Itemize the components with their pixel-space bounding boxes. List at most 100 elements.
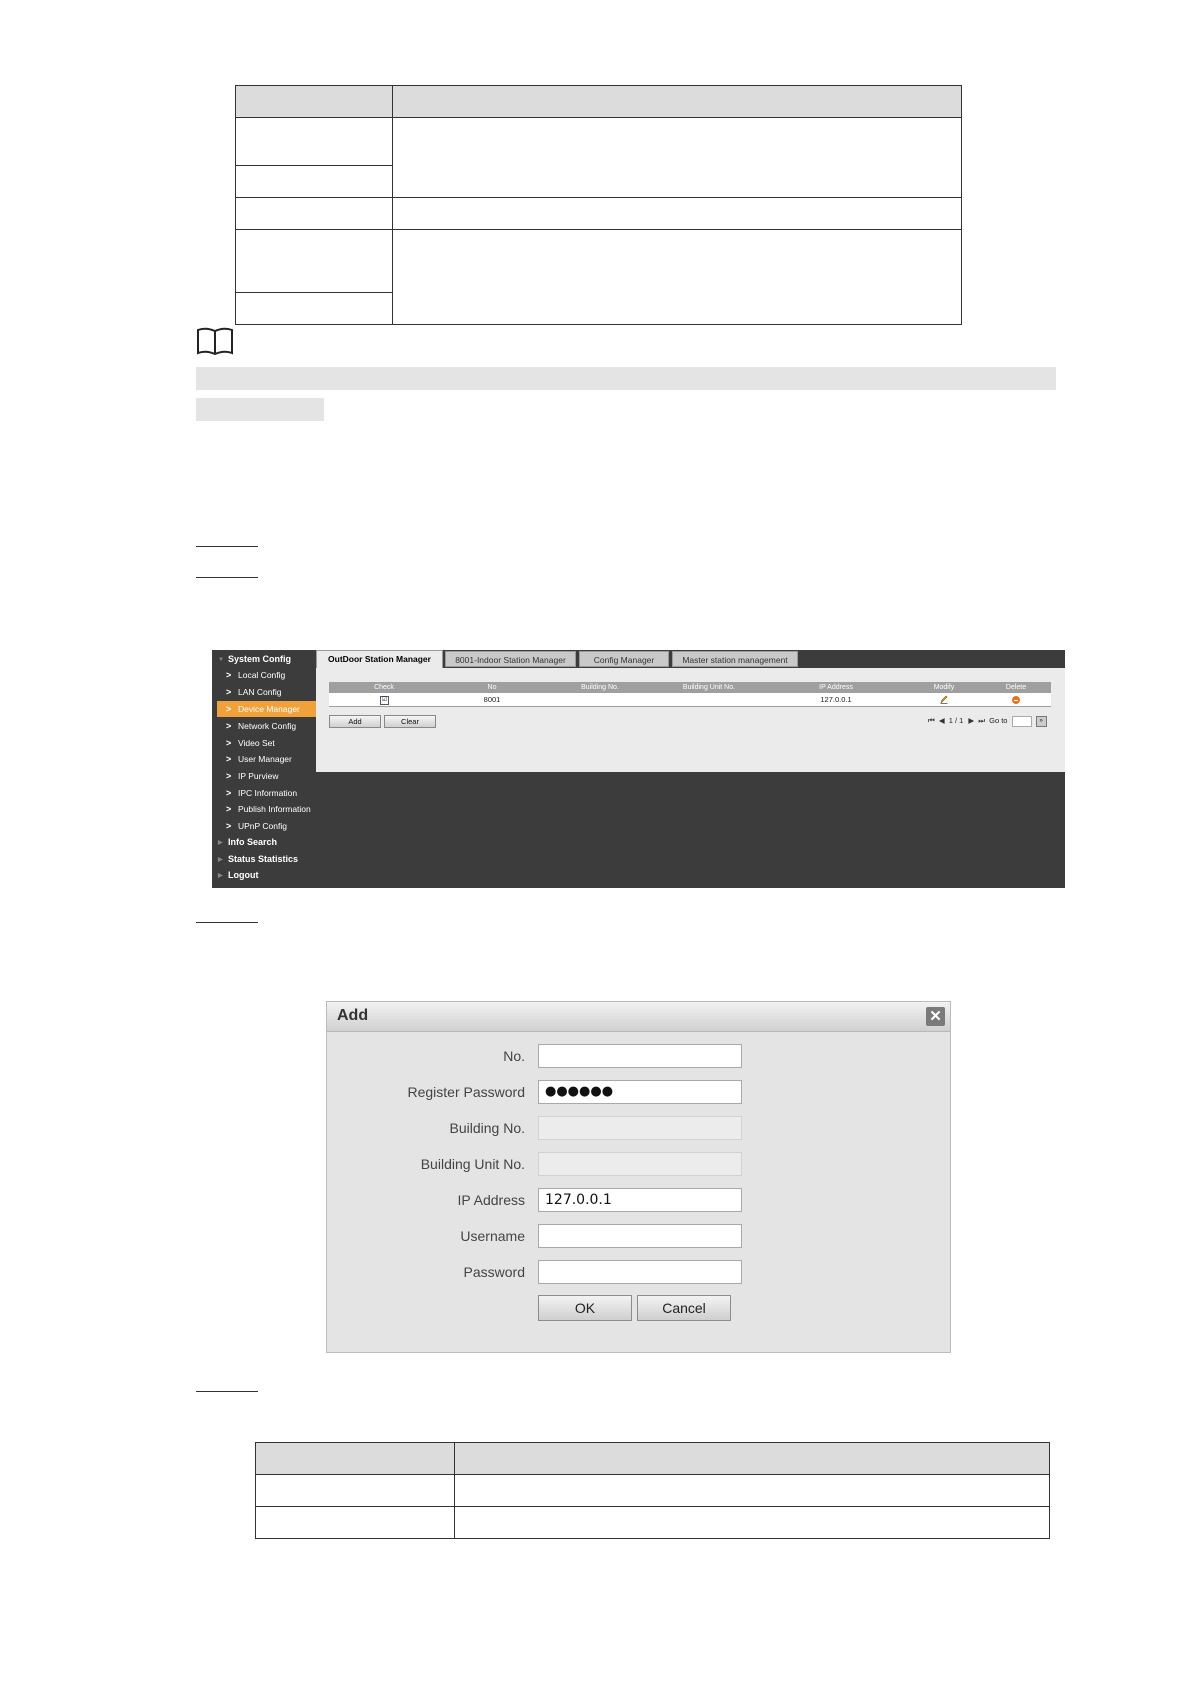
goto-page-input[interactable] xyxy=(1011,715,1032,727)
first-page-icon[interactable]: ⏮ xyxy=(928,714,935,728)
last-page-icon[interactable]: ⏭ xyxy=(978,714,985,728)
row-checkbox[interactable]: ☑ xyxy=(380,696,389,705)
dialog-header: Add ✕ xyxy=(327,1002,950,1032)
sidebar-item-user-manager[interactable]: > User Manager xyxy=(212,751,316,767)
username-input[interactable] xyxy=(538,1224,742,1248)
column-header-modify: Modify xyxy=(933,684,955,691)
tab-master-station-management[interactable]: Master station management xyxy=(672,651,798,667)
no-input[interactable] xyxy=(538,1044,742,1068)
field-label-building-unit-no: Building Unit No. xyxy=(420,1156,525,1172)
building-no-input xyxy=(538,1116,742,1140)
page-info: 1 / 1 xyxy=(948,716,964,725)
step-marker xyxy=(196,546,258,547)
ok-button[interactable]: OK xyxy=(538,1295,632,1321)
device-table-header: Check No Building No. Building Unit No. … xyxy=(329,682,1051,693)
clear-button[interactable]: Clear xyxy=(384,715,436,728)
sidebar: ▼ System Config > Local Config > LAN Con… xyxy=(212,650,316,888)
table-header-cell xyxy=(255,1442,455,1475)
chevron-right-icon: > xyxy=(226,804,232,814)
chevron-right-icon: > xyxy=(226,721,232,731)
field-label-ip-address: IP Address xyxy=(457,1192,525,1208)
cancel-button[interactable]: Cancel xyxy=(637,1295,731,1321)
step-marker xyxy=(196,577,258,578)
table-row xyxy=(255,1474,1050,1507)
table-cell xyxy=(454,1474,1050,1507)
column-header-building-unit-no: Building Unit No. xyxy=(682,684,736,691)
next-page-icon[interactable]: ▶ xyxy=(968,714,974,728)
sidebar-item-local-config[interactable]: > Local Config xyxy=(212,667,316,683)
table-cell xyxy=(235,165,393,198)
close-icon[interactable]: ✕ xyxy=(926,1007,945,1026)
ip-address-input[interactable]: 127.0.0.1 xyxy=(538,1188,742,1212)
chevron-right-icon: > xyxy=(226,754,232,764)
sidebar-item-label: Logout xyxy=(228,870,259,880)
chevron-right-icon: > xyxy=(226,771,232,781)
row-ip-address: 127.0.0.1 xyxy=(820,695,852,704)
add-button[interactable]: Add xyxy=(329,715,381,728)
sidebar-item-network-config[interactable]: > Network Config xyxy=(212,718,316,734)
chevron-right-icon: > xyxy=(226,738,232,748)
table-row xyxy=(235,117,962,198)
field-label-password: Password xyxy=(463,1264,525,1280)
field-label-building-no: Building No. xyxy=(449,1120,526,1136)
sidebar-item-upnp-config[interactable]: > UPnP Config xyxy=(212,818,316,834)
column-header-delete: Delete xyxy=(1005,684,1027,691)
tab-outdoor-station-manager[interactable]: OutDoor Station Manager xyxy=(316,650,443,668)
table-header-row xyxy=(255,1442,1050,1475)
chevron-right-icon: > xyxy=(226,821,232,831)
dialog-title: Add xyxy=(337,1007,369,1024)
parameter-table xyxy=(235,85,962,325)
chevron-right-icon: > xyxy=(226,687,232,697)
goto-page-icon[interactable]: » xyxy=(1035,715,1047,727)
sidebar-item-label: Video Set xyxy=(238,738,275,748)
table-cell xyxy=(235,117,393,166)
table-cell xyxy=(255,1474,455,1507)
triangle-right-icon: ▶ xyxy=(218,840,223,846)
sidebar-item-ip-purview[interactable]: > IP Purview xyxy=(212,768,316,784)
sidebar-item-label: User Manager xyxy=(238,754,292,764)
sidebar-item-lan-config[interactable]: > LAN Config xyxy=(212,684,316,700)
password-input[interactable] xyxy=(538,1260,742,1284)
goto-label: Go to xyxy=(989,716,1008,725)
delete-icon[interactable] xyxy=(1012,696,1020,704)
table-row: ☑ 8001 127.0.0.1 xyxy=(329,693,1051,707)
column-header-building-no: Building No. xyxy=(581,684,619,691)
sidebar-item-label: System Config xyxy=(228,654,292,664)
row-no: 8001 xyxy=(483,695,501,704)
sidebar-item-system-config[interactable]: ▼ System Config xyxy=(212,651,316,667)
register-password-input[interactable]: ●●●●●● xyxy=(538,1080,742,1104)
book-icon xyxy=(197,327,233,356)
tab-config-manager[interactable]: Config Manager xyxy=(579,651,669,667)
sidebar-item-publish-information[interactable]: > Publish Information xyxy=(212,801,316,817)
step-marker xyxy=(196,922,258,923)
sidebar-item-label: LAN Config xyxy=(238,687,282,697)
table-row xyxy=(235,197,962,230)
table-cell xyxy=(454,1506,1050,1539)
table-cell xyxy=(392,229,962,325)
sidebar-item-video-set[interactable]: > Video Set xyxy=(212,735,316,751)
table-header-cell xyxy=(235,85,393,118)
sidebar-item-label: Info Search xyxy=(228,837,278,847)
field-label-register-password: Register Password xyxy=(407,1084,526,1100)
tab-indoor-station-manager[interactable]: 8001-Indoor Station Manager xyxy=(445,651,576,667)
table-cell xyxy=(392,117,962,198)
sidebar-item-ipc-information[interactable]: > IPC Information xyxy=(212,785,316,801)
prev-page-icon[interactable]: ◀ xyxy=(939,714,945,728)
field-label-no: No. xyxy=(503,1048,525,1064)
table-cell xyxy=(255,1506,455,1539)
column-header-check: Check xyxy=(374,684,394,691)
sidebar-item-info-search[interactable]: ▶ Info Search xyxy=(212,834,316,850)
device-manager-screenshot: ▼ System Config > Local Config > LAN Con… xyxy=(212,650,1065,888)
table-header-cell xyxy=(454,1442,1050,1475)
step-marker xyxy=(196,1391,258,1392)
table-cell xyxy=(235,197,393,230)
pencil-icon[interactable] xyxy=(940,695,948,704)
sidebar-item-device-manager[interactable]: > Device Manager xyxy=(217,701,316,717)
sidebar-item-label: IPC Information xyxy=(238,788,298,798)
add-dialog: Add ✕ No. Register Password ●●●●●● Build… xyxy=(326,1001,951,1353)
sidebar-item-status-statistics[interactable]: ▶ Status Statistics xyxy=(212,851,316,867)
sidebar-item-logout[interactable]: ▶ Logout xyxy=(212,867,316,883)
tab-bar: OutDoor Station Manager 8001-Indoor Stat… xyxy=(316,650,1065,668)
chevron-right-icon: > xyxy=(226,704,232,714)
triangle-right-icon: ▶ xyxy=(218,857,223,863)
